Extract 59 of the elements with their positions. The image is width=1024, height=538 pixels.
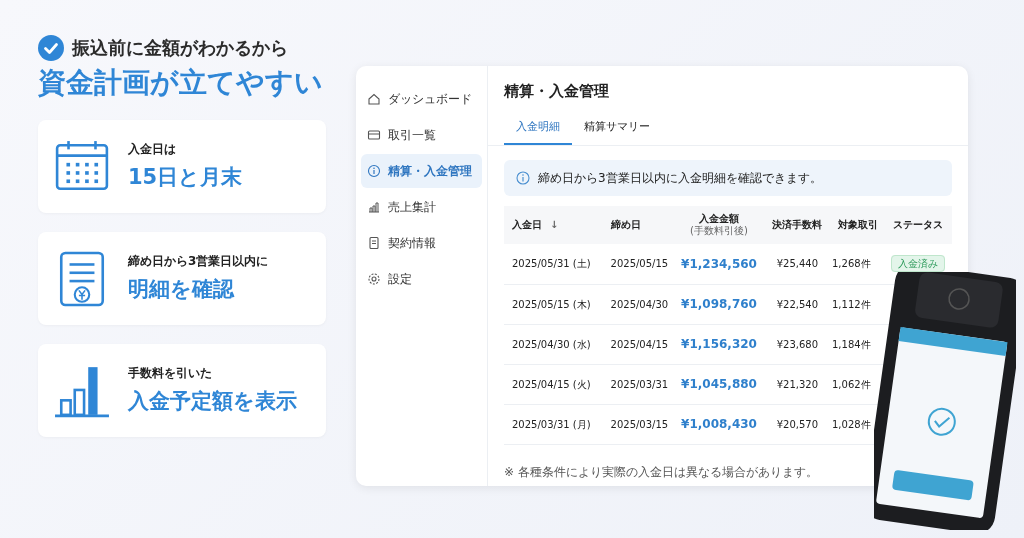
count-text: 1,184件 [832, 338, 871, 350]
table-cell: ¥21,320 [763, 364, 831, 404]
feature-value: 15日と月末 [128, 164, 243, 192]
home-icon [367, 92, 381, 106]
feature-value: 入金予定額を表示 [128, 388, 297, 416]
table-cell: ¥22,540 [763, 284, 831, 324]
column-header: 入金日 ↓ [504, 206, 603, 244]
sidebar-item[interactable]: 契約情報 [361, 226, 482, 260]
tab[interactable]: 精算サマリー [572, 112, 662, 145]
footnote-text: ※ 各種条件により実際の入金日は異なる場合があります。 [504, 463, 819, 481]
table-cell: 2025/05/15 (木) [504, 284, 603, 324]
feature-caption: 入金日は [128, 141, 177, 159]
amount-text: ¥1,234,560 [681, 256, 757, 271]
table-cell: 2025/04/15 (火) [504, 364, 603, 404]
feature-value: 明細を確認 [128, 276, 236, 304]
info-circle-icon [367, 164, 381, 178]
info-icon [516, 171, 530, 185]
sidebar-item[interactable]: 売上集計 [361, 190, 482, 224]
table-cell: ¥25,440 [763, 244, 831, 284]
info-text: 締め日から3営業日以内に入金明細を確認できます。 [538, 170, 822, 187]
page-title: 精算・入金管理 [504, 81, 610, 102]
sidebar-item[interactable]: ダッシュボード [361, 82, 482, 116]
settings-icon [367, 272, 381, 286]
amount-text: ¥1,156,320 [681, 337, 757, 351]
amount-text: ¥1,098,760 [681, 297, 757, 311]
sidebar-item[interactable]: 取引一覧 [361, 118, 482, 152]
amount-text: ¥1,045,880 [681, 377, 757, 391]
count-text: 1,112件 [832, 298, 871, 310]
sidebar-item[interactable]: 精算・入金管理 [361, 154, 482, 188]
card-icon [367, 128, 381, 142]
tab[interactable]: 入金明細 [504, 112, 572, 145]
headline-text: 振込前に金額がわかるから [72, 36, 288, 60]
headline-title: 資金計画が立てやすい [38, 65, 323, 101]
column-header: 対象取引 [831, 206, 885, 244]
table-cell: 2025/04/30 (水) [504, 324, 603, 364]
count-text: 1,268件 [832, 258, 871, 270]
count-text: 1,062件 [832, 378, 871, 390]
table-cell: 2025/04/15 [602, 324, 675, 364]
column-header: 決済手数料 [763, 206, 831, 244]
table-cell: 2025/04/30 [602, 284, 675, 324]
table-cell: 2025/05/31 (土) [504, 244, 603, 284]
document-icon [367, 236, 381, 250]
table-cell: ¥23,680 [763, 324, 831, 364]
table-cell: ¥20,570 [763, 404, 831, 444]
count-text: 1,028件 [832, 418, 871, 430]
table-cell: 2025/05/15 [602, 244, 675, 284]
table-cell: 2025/03/31 [602, 364, 675, 404]
table-cell: 2025/03/15 [602, 404, 675, 444]
sidebar-item[interactable]: 設定 [361, 262, 482, 296]
table-cell: 2025/03/31 (月) [504, 404, 603, 444]
column-header: 入金金額 (手数料引後) [674, 206, 764, 244]
feature-caption: 締め日から3営業日以内に [128, 253, 269, 271]
feature-caption: 手数料を引いた [128, 365, 213, 383]
status-badge: 入金済み [891, 255, 946, 273]
amount-text: ¥1,008,430 [681, 417, 757, 431]
bar-chart-icon [367, 200, 381, 214]
column-header: 締め日 [602, 206, 675, 244]
column-header: ステータス [884, 206, 952, 244]
check-circle-icon [38, 34, 64, 61]
